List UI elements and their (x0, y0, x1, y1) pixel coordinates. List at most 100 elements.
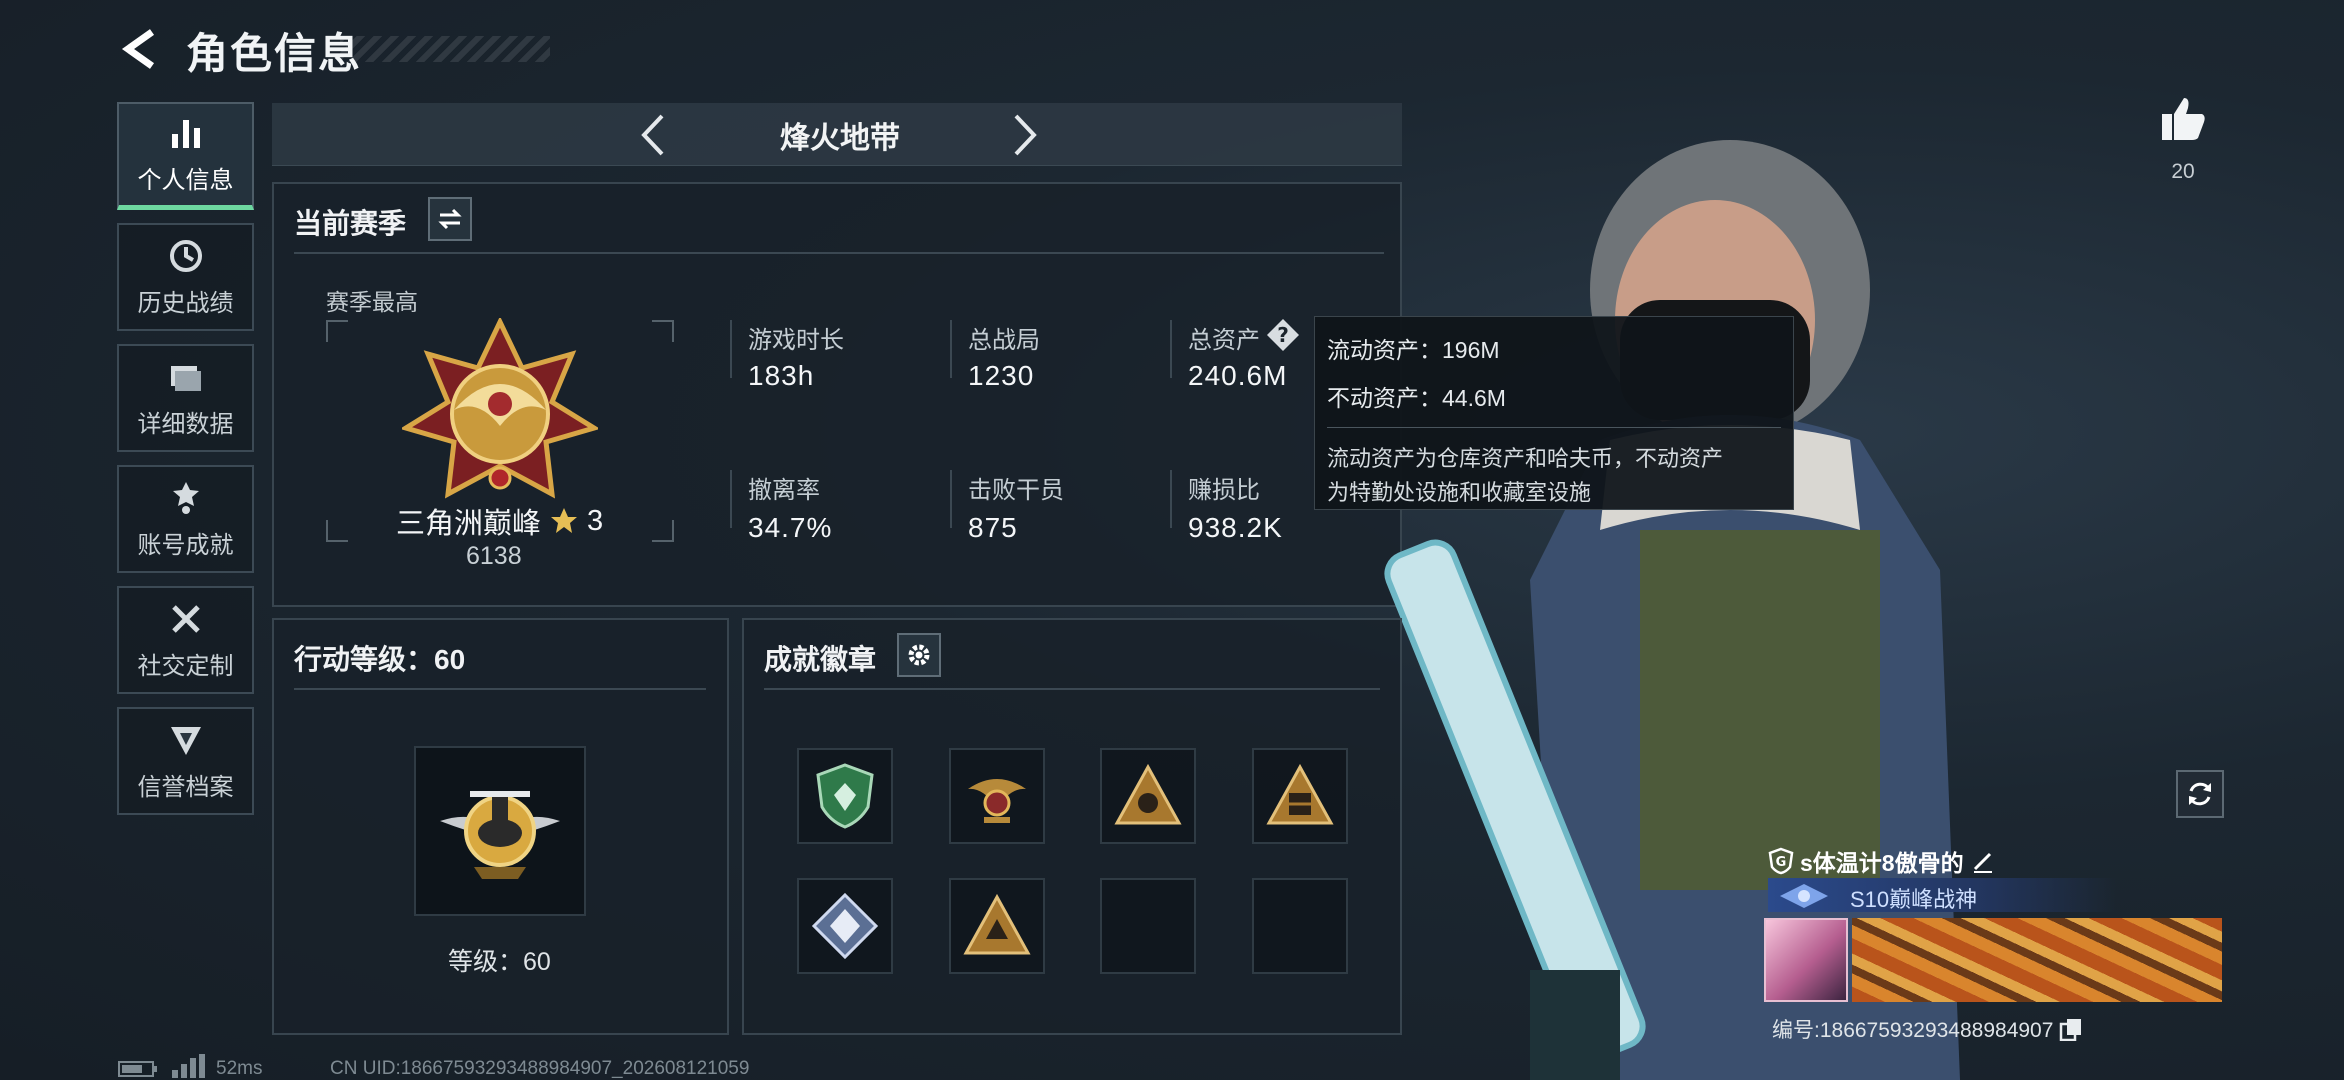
season-title: 当前赛季 (294, 208, 407, 239)
badge-slot[interactable] (949, 748, 1045, 844)
badges-title: 成就徽章 (764, 644, 877, 675)
like-count: 20 (2171, 160, 2195, 183)
helicopter-level-emblem-icon (440, 791, 560, 879)
divider (1170, 470, 1172, 528)
nav-label: 个人信息 (137, 167, 234, 194)
folder-icon (170, 365, 201, 391)
divider (950, 320, 952, 378)
badge-slot[interactable] (1252, 748, 1348, 844)
stat-value: 240.6M (1188, 360, 1288, 391)
thumbs-up-icon[interactable] (2158, 94, 2208, 144)
avatar[interactable] (1764, 918, 1848, 1002)
refresh-button[interactable] (2176, 770, 2224, 818)
player-name-row: G s体温计8傲骨的 (1768, 844, 1996, 878)
shield-g-icon: G (1768, 847, 1794, 875)
stat-label: 总战局 (968, 327, 1040, 354)
divider (730, 320, 732, 378)
stat-label: 总资产 (1188, 327, 1260, 354)
back-arrow-icon[interactable] (118, 26, 164, 72)
badge-slot[interactable] (949, 878, 1045, 974)
stat-label: 游戏时长 (748, 327, 844, 354)
copy-icon[interactable] (2059, 1017, 2083, 1041)
shield-badge-icon (816, 763, 874, 829)
nav-item-history[interactable]: 历史战绩 (117, 223, 254, 331)
divider (1327, 427, 1781, 428)
badge-slot[interactable] (797, 878, 893, 974)
tooltip-desc-line2: 为特勤处设施和收藏室设施 (1327, 480, 1592, 505)
title-wings-icon (1780, 884, 1828, 908)
nav-label: 账号成就 (137, 531, 234, 559)
edit-pencil-icon[interactable] (1970, 848, 1996, 874)
credit-badge-icon (170, 726, 201, 755)
badge-slot-empty[interactable] (1100, 878, 1196, 974)
nav-item-social[interactable]: 社交定制 (117, 586, 254, 694)
nav-label: 信誉档案 (137, 773, 234, 801)
rank-stars: 3 (587, 504, 604, 537)
stat-label: 赚损比 (1188, 477, 1260, 504)
nav-label: 历史战绩 (137, 289, 234, 317)
star-icon (551, 508, 578, 533)
divider (764, 688, 1380, 690)
player-id: 编号:18667593293488984907 (1772, 1019, 2054, 1042)
svg-text:G: G (1776, 855, 1787, 870)
nav-item-achievements[interactable]: 账号成就 (117, 465, 254, 573)
stat-value: 1230 (968, 360, 1035, 391)
achievement-medal-icon (172, 481, 199, 514)
swap-arrows-icon (438, 208, 462, 230)
level-emblem-frame (414, 746, 586, 916)
badge-slot[interactable] (1100, 748, 1196, 844)
help-question-icon[interactable]: ? (1266, 318, 1300, 352)
stat-value: 875 (968, 512, 1018, 543)
rank-emblem-icon (402, 318, 598, 499)
divider (730, 470, 732, 528)
history-clock-icon (169, 239, 202, 272)
badge-settings-button[interactable] (897, 633, 941, 677)
stat-value: 183h (748, 360, 815, 391)
triangle-tech-badge-icon (963, 893, 1031, 955)
triangle-crate-badge-icon (1266, 763, 1334, 825)
battery-icon (118, 1061, 157, 1077)
page-title: 角色信息 (186, 30, 363, 77)
ping: 52ms (216, 1058, 263, 1079)
nav-label: 社交定制 (137, 652, 234, 680)
season-best-label: 赛季最高 (326, 289, 418, 315)
player-name: s体温计8傲骨的 (1800, 850, 1964, 876)
bar-chart-icon (171, 120, 200, 148)
level-text: 等级：60 (448, 948, 551, 976)
rank-name-row: 三角洲巅峰 3 (396, 500, 603, 542)
gear-icon (908, 644, 930, 666)
signal-icon (172, 1054, 205, 1078)
badge-slot[interactable] (797, 748, 893, 844)
season-switch-button[interactable] (428, 197, 472, 241)
triangle-badge-icon (1114, 763, 1182, 825)
player-banner (1852, 918, 2222, 1002)
nav-item-personal-info[interactable]: 个人信息 (117, 102, 254, 210)
asset-tooltip: 流动资产：196M 不动资产：44.6M 流动资产为仓库资产和哈夫币，不动资产 … (1314, 316, 1794, 510)
player-id-row: 编号:18667593293488984907 (1772, 1014, 2083, 1044)
badge-slot-empty[interactable] (1252, 878, 1348, 974)
nav-item-detail-data[interactable]: 详细数据 (117, 344, 254, 452)
rank-name: 三角洲巅峰 (396, 508, 542, 540)
divider (294, 688, 706, 690)
diamond-badge-icon (811, 892, 879, 960)
fixed-assets: 不动资产：44.6M (1327, 385, 1506, 411)
divider (294, 252, 1384, 254)
nav-label: 详细数据 (137, 410, 234, 438)
liquid-assets: 流动资产：196M (1327, 337, 1500, 363)
mode-name: 烽火地带 (780, 122, 900, 155)
chevron-left-icon[interactable] (628, 108, 678, 162)
svg-text:?: ? (1277, 323, 1289, 347)
divider (1170, 320, 1172, 378)
stat-label: 击败干员 (968, 477, 1064, 504)
chevron-right-icon[interactable] (1000, 108, 1050, 162)
tools-icon (171, 604, 200, 633)
divider (950, 470, 952, 528)
eagle-badge-icon (968, 779, 1026, 823)
action-level-title: 行动等级：60 (294, 644, 466, 675)
stat-value: 34.7% (748, 512, 833, 543)
nav-item-credit[interactable]: 信誉档案 (117, 707, 254, 815)
uid: CN UID:18667593293488984907_202608121059 (330, 1058, 750, 1079)
stat-value: 938.2K (1188, 512, 1283, 543)
rank-score: 6138 (466, 542, 522, 570)
player-title: S10巅峰战神 (1850, 887, 1978, 912)
